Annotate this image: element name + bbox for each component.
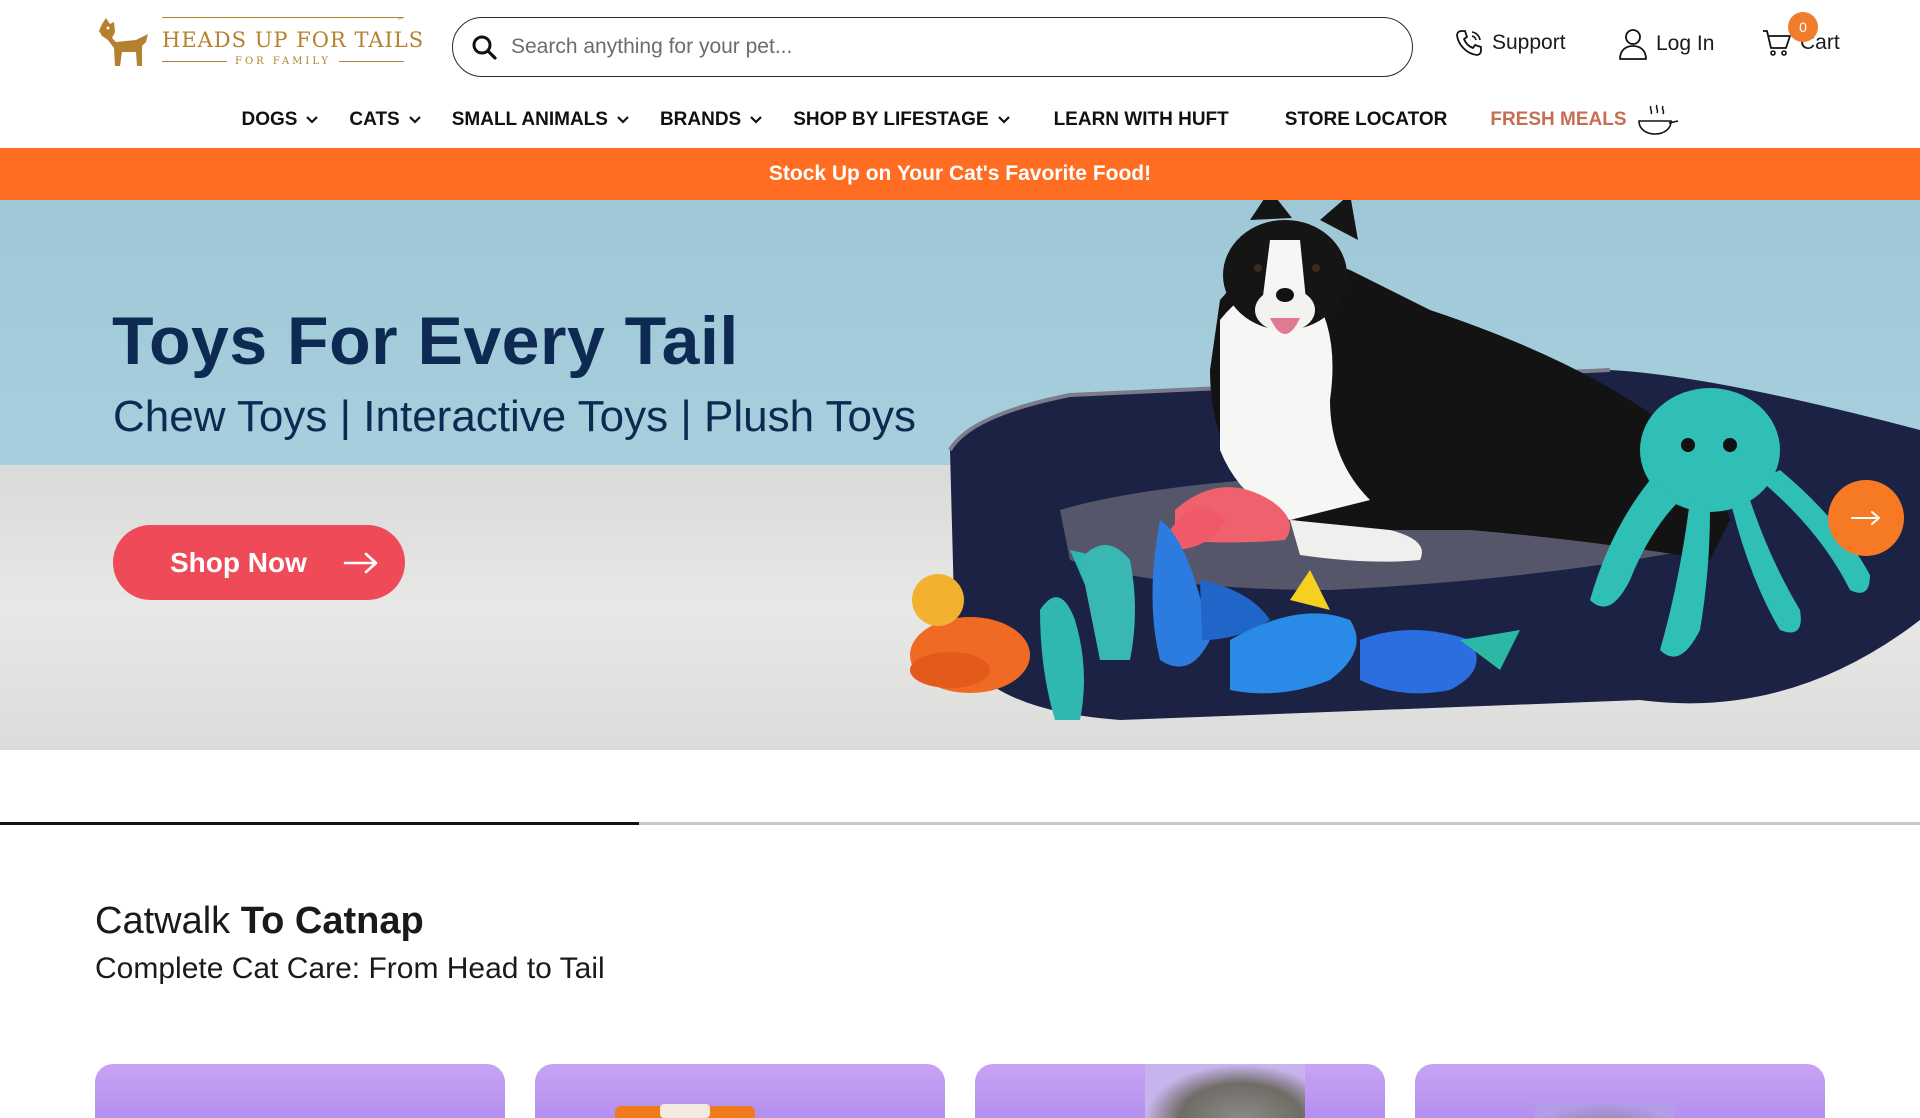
chevron-down-icon — [408, 116, 421, 124]
site-header: HEADS UP FOR TAILS ™ FOR FAMILY Support … — [0, 0, 1920, 148]
hero-banner: Toys For Every Tail Chew Toys | Interact… — [0, 200, 1920, 750]
cat-photo-image — [1535, 1102, 1675, 1118]
nav-brands[interactable]: BRANDS — [660, 109, 763, 131]
nav-dogs[interactable]: DOGS — [241, 109, 319, 131]
cart-count-badge: 0 — [1788, 12, 1818, 42]
carousel-progress — [0, 822, 1920, 825]
search-input[interactable] — [511, 35, 1371, 59]
trademark: ™ — [396, 16, 404, 25]
nav-fresh-meals[interactable]: FRESH MEALS — [1490, 103, 1678, 137]
promo-banner[interactable]: Stock Up on Your Cat's Favorite Food! — [0, 148, 1920, 200]
brand-logo[interactable]: HEADS UP FOR TAILS ™ FOR FAMILY — [96, 14, 423, 74]
section-subtitle: Complete Cat Care: From Head to Tail — [95, 952, 605, 985]
nav-label: SHOP BY LIFESTAGE — [793, 109, 989, 130]
phone-icon — [1456, 30, 1482, 56]
login-label: Log In — [1656, 32, 1715, 55]
login-link[interactable]: Log In — [1618, 28, 1714, 60]
shop-now-label: Shop Now — [170, 546, 307, 578]
search-bar[interactable] — [452, 17, 1413, 77]
brand-tagline-row: FOR FAMILY — [162, 56, 404, 67]
nav-label: FRESH MEALS — [1490, 109, 1627, 130]
category-card[interactable] — [95, 1064, 505, 1118]
arrow-right-icon — [1851, 511, 1880, 525]
main-nav: DOGS CATS SMALL ANIMALS BRANDS SHOP BY L… — [0, 103, 1920, 137]
promo-text: Stock Up on Your Cat's Favorite Food! — [768, 162, 1152, 185]
shop-now-button[interactable]: Shop Now — [113, 525, 405, 600]
nav-label: BRANDS — [659, 109, 742, 130]
carousel-next-button[interactable] — [1828, 480, 1904, 556]
brand-tagline: FOR FAMILY — [235, 56, 331, 67]
section-title-bold: To Catnap — [240, 900, 424, 942]
cart-icon — [1763, 30, 1791, 56]
hero-subtitle: Chew Toys | Interactive Toys | Plush Toy… — [113, 392, 916, 441]
nav-learn-with-huft[interactable]: LEARN WITH HUFT — [1054, 109, 1229, 131]
brand-name: HEADS UP FOR TAILS — [162, 28, 425, 52]
chevron-down-icon — [306, 116, 319, 124]
support-label: Support — [1492, 31, 1566, 54]
hero-title: Toys For Every Tail — [112, 303, 739, 379]
category-cards — [95, 1064, 1825, 1118]
carousel-progress-fill — [0, 822, 640, 825]
nav-label: SMALL ANIMALS — [451, 109, 608, 130]
cat-photo-image — [1145, 1064, 1305, 1118]
user-icon — [1619, 29, 1647, 60]
chevron-down-icon — [997, 116, 1010, 124]
nav-shop-by-lifestage[interactable]: SHOP BY LIFESTAGE — [793, 109, 1010, 131]
nav-label: STORE LOCATOR — [1284, 109, 1448, 130]
support-link[interactable]: Support — [1454, 28, 1566, 58]
nav-label: DOGS — [241, 109, 298, 130]
logo-top-rule — [162, 17, 404, 18]
section-title: Catwalk To Catnap — [95, 900, 424, 943]
chevron-down-icon — [750, 116, 763, 124]
nav-cats[interactable]: CATS — [349, 109, 421, 131]
dog-logo-icon — [99, 18, 148, 66]
category-card[interactable] — [535, 1064, 945, 1118]
bowl-icon — [1637, 104, 1678, 135]
search-icon — [472, 35, 497, 60]
nav-label: LEARN WITH HUFT — [1053, 109, 1229, 130]
arrow-right-icon — [343, 552, 378, 573]
section-title-light: Catwalk — [95, 900, 241, 942]
hero-dog-toys-image — [910, 200, 1920, 720]
product-package-label — [660, 1104, 710, 1118]
nav-label: CATS — [349, 109, 400, 130]
nav-store-locator[interactable]: STORE LOCATOR — [1285, 109, 1448, 131]
chevron-down-icon — [617, 116, 629, 124]
category-card[interactable] — [1415, 1064, 1825, 1118]
nav-small-animals[interactable]: SMALL ANIMALS — [452, 109, 630, 131]
category-card[interactable] — [975, 1064, 1385, 1118]
